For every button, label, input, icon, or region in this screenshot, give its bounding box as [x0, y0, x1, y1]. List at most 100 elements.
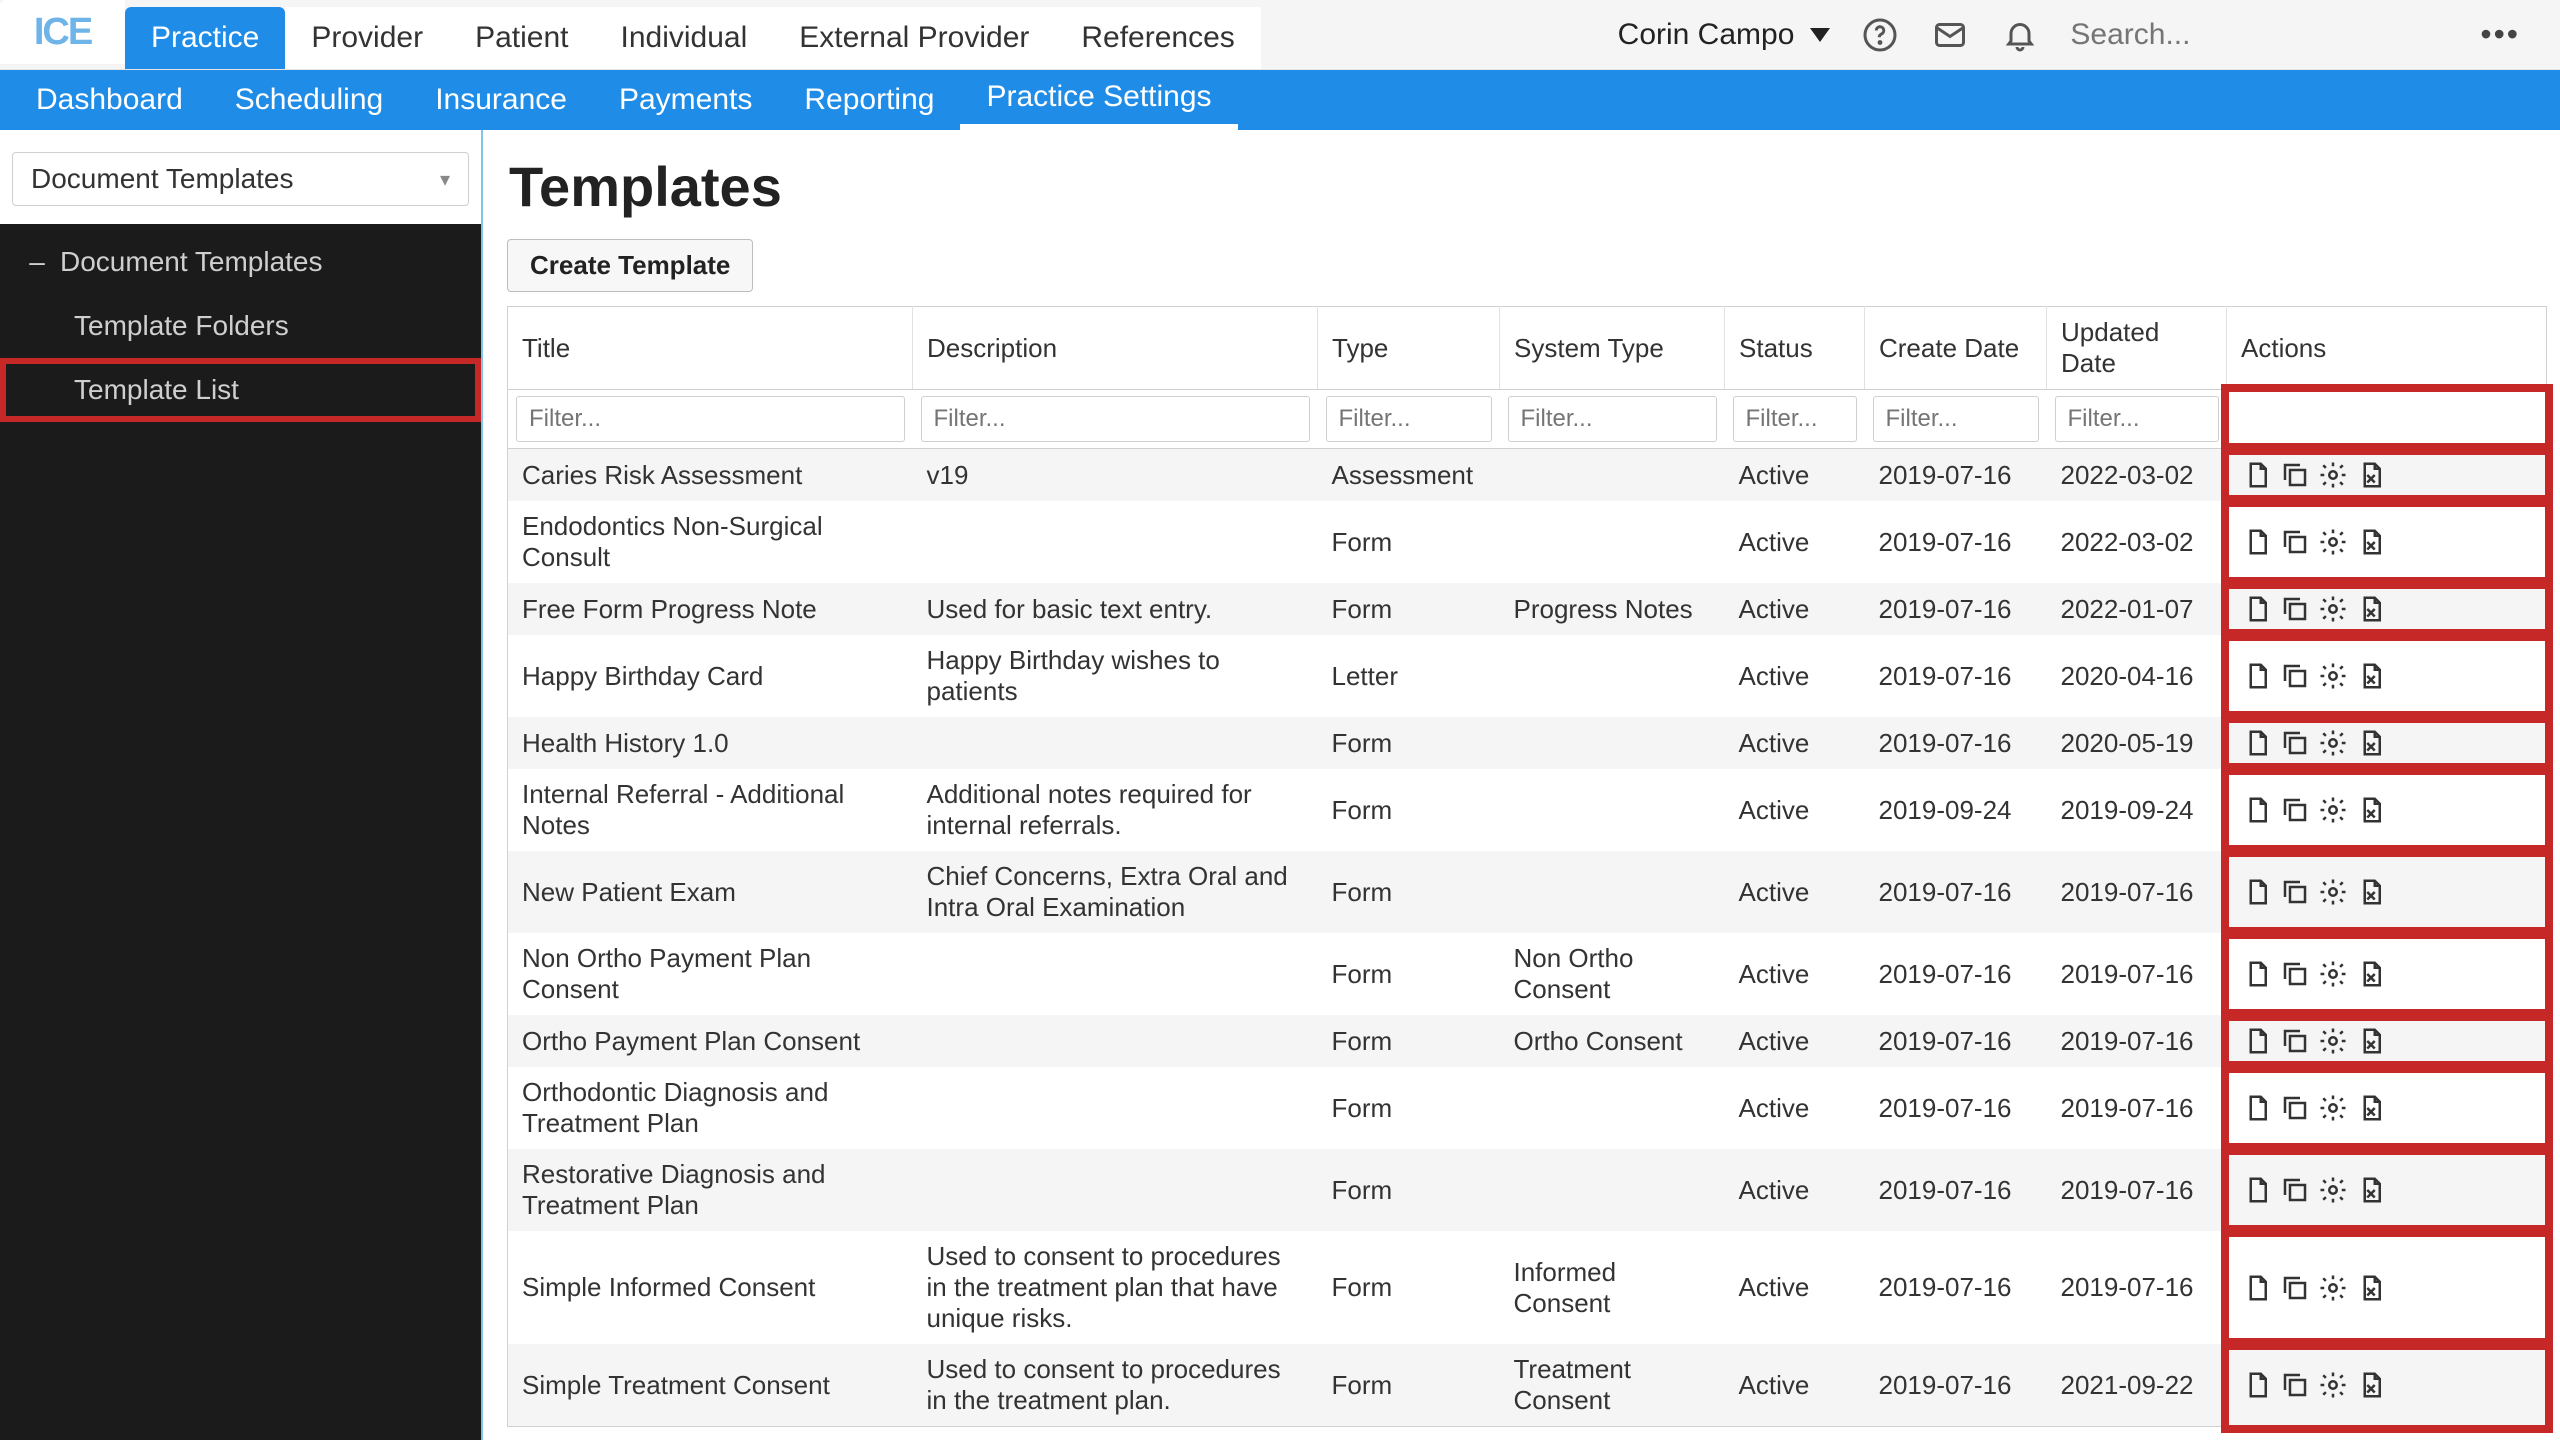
mail-icon[interactable] — [1930, 15, 1970, 55]
edit-icon[interactable] — [2241, 1174, 2273, 1206]
edit-icon[interactable] — [2241, 794, 2273, 826]
secondary-tab-insurance[interactable]: Insurance — [409, 70, 593, 130]
edit-icon[interactable] — [2241, 1369, 2273, 1401]
col-description[interactable]: Description — [913, 307, 1318, 390]
primary-tab-patient[interactable]: Patient — [449, 7, 594, 69]
copy-icon[interactable] — [2279, 660, 2311, 692]
settings-icon[interactable] — [2317, 958, 2349, 990]
edit-icon[interactable] — [2241, 593, 2273, 625]
settings-icon[interactable] — [2317, 1272, 2349, 1304]
table-row[interactable]: Happy Birthday CardHappy Birthday wishes… — [508, 635, 2547, 717]
copy-icon[interactable] — [2279, 1025, 2311, 1057]
settings-icon[interactable] — [2317, 660, 2349, 692]
settings-icon[interactable] — [2317, 459, 2349, 491]
delete-icon[interactable] — [2355, 958, 2387, 990]
create-template-button[interactable]: Create Template — [507, 239, 753, 292]
copy-icon[interactable] — [2279, 459, 2311, 491]
copy-icon[interactable] — [2279, 958, 2311, 990]
settings-icon[interactable] — [2317, 876, 2349, 908]
table-row[interactable]: Ortho Payment Plan ConsentFormOrtho Cons… — [508, 1015, 2547, 1067]
table-row[interactable]: Restorative Diagnosis and Treatment Plan… — [508, 1149, 2547, 1231]
table-row[interactable]: New Patient ExamChief Concerns, Extra Or… — [508, 851, 2547, 933]
copy-icon[interactable] — [2279, 1092, 2311, 1124]
delete-icon[interactable] — [2355, 1092, 2387, 1124]
filter-type[interactable] — [1326, 396, 1492, 442]
filter-create-date[interactable] — [1873, 396, 2039, 442]
table-row[interactable]: Non Ortho Payment Plan ConsentFormNon Or… — [508, 933, 2547, 1015]
primary-tab-provider[interactable]: Provider — [285, 7, 449, 69]
primary-tab-external-provider[interactable]: External Provider — [773, 7, 1055, 69]
edit-icon[interactable] — [2241, 1272, 2273, 1304]
delete-icon[interactable] — [2355, 1025, 2387, 1057]
table-row[interactable]: Caries Risk Assessmentv19AssessmentActiv… — [508, 449, 2547, 502]
copy-icon[interactable] — [2279, 794, 2311, 826]
filter-updated-date[interactable] — [2055, 396, 2219, 442]
col-create-date[interactable]: Create Date — [1865, 307, 2047, 390]
col-title[interactable]: Title — [508, 307, 913, 390]
sidebar-section-select[interactable]: Document Templates ▾ — [12, 152, 469, 206]
table-row[interactable]: Endodontics Non-Surgical ConsultFormActi… — [508, 501, 2547, 583]
filter-description[interactable] — [921, 396, 1310, 442]
search-input[interactable] — [2070, 18, 2450, 52]
table-row[interactable]: Free Form Progress NoteUsed for basic te… — [508, 583, 2547, 635]
edit-icon[interactable] — [2241, 958, 2273, 990]
edit-icon[interactable] — [2241, 660, 2273, 692]
settings-icon[interactable] — [2317, 526, 2349, 558]
settings-icon[interactable] — [2317, 593, 2349, 625]
col-system-type[interactable]: System Type — [1500, 307, 1725, 390]
delete-icon[interactable] — [2355, 1272, 2387, 1304]
settings-icon[interactable] — [2317, 1174, 2349, 1206]
secondary-tab-practice-settings[interactable]: Practice Settings — [960, 70, 1237, 130]
col-status[interactable]: Status — [1725, 307, 1865, 390]
delete-icon[interactable] — [2355, 1174, 2387, 1206]
edit-icon[interactable] — [2241, 526, 2273, 558]
settings-icon[interactable] — [2317, 794, 2349, 826]
filter-system-type[interactable] — [1508, 396, 1717, 442]
edit-icon[interactable] — [2241, 1092, 2273, 1124]
secondary-tab-reporting[interactable]: Reporting — [778, 70, 960, 130]
primary-tab-references[interactable]: References — [1055, 7, 1260, 69]
col-updated-date[interactable]: Updated Date — [2047, 307, 2227, 390]
delete-icon[interactable] — [2355, 459, 2387, 491]
app-logo[interactable]: ICE — [0, 0, 125, 64]
tree-item-template-folders[interactable]: Template Folders — [0, 294, 481, 358]
tree-root-document-templates[interactable]: –Document Templates — [0, 230, 481, 294]
edit-icon[interactable] — [2241, 876, 2273, 908]
delete-icon[interactable] — [2355, 593, 2387, 625]
delete-icon[interactable] — [2355, 727, 2387, 759]
copy-icon[interactable] — [2279, 727, 2311, 759]
notifications-icon[interactable] — [2000, 15, 2040, 55]
delete-icon[interactable] — [2355, 526, 2387, 558]
table-row[interactable]: Internal Referral - Additional NotesAddi… — [508, 769, 2547, 851]
edit-icon[interactable] — [2241, 727, 2273, 759]
settings-icon[interactable] — [2317, 727, 2349, 759]
filter-title[interactable] — [516, 396, 905, 442]
copy-icon[interactable] — [2279, 1174, 2311, 1206]
table-row[interactable]: Health History 1.0FormActive2019-07-1620… — [508, 717, 2547, 769]
primary-tab-practice[interactable]: Practice — [125, 7, 285, 69]
copy-icon[interactable] — [2279, 1369, 2311, 1401]
secondary-tab-dashboard[interactable]: Dashboard — [10, 70, 209, 130]
copy-icon[interactable] — [2279, 593, 2311, 625]
copy-icon[interactable] — [2279, 1272, 2311, 1304]
tree-item-template-list[interactable]: Template List — [0, 358, 481, 422]
copy-icon[interactable] — [2279, 876, 2311, 908]
table-row[interactable]: Simple Informed ConsentUsed to consent t… — [508, 1231, 2547, 1344]
secondary-tab-payments[interactable]: Payments — [593, 70, 778, 130]
filter-status[interactable] — [1733, 396, 1857, 442]
edit-icon[interactable] — [2241, 459, 2273, 491]
table-row[interactable]: Simple Treatment ConsentUsed to consent … — [508, 1344, 2547, 1427]
help-icon[interactable] — [1860, 15, 1900, 55]
delete-icon[interactable] — [2355, 660, 2387, 692]
settings-icon[interactable] — [2317, 1092, 2349, 1124]
primary-tab-individual[interactable]: Individual — [595, 7, 774, 69]
settings-icon[interactable] — [2317, 1369, 2349, 1401]
overflow-menu-icon[interactable]: ••• — [2480, 16, 2520, 53]
edit-icon[interactable] — [2241, 1025, 2273, 1057]
settings-icon[interactable] — [2317, 1025, 2349, 1057]
table-row[interactable]: Orthodontic Diagnosis and Treatment Plan… — [508, 1067, 2547, 1149]
secondary-tab-scheduling[interactable]: Scheduling — [209, 70, 409, 130]
col-type[interactable]: Type — [1318, 307, 1500, 390]
user-menu[interactable]: Corin Campo — [1618, 18, 1831, 52]
delete-icon[interactable] — [2355, 794, 2387, 826]
